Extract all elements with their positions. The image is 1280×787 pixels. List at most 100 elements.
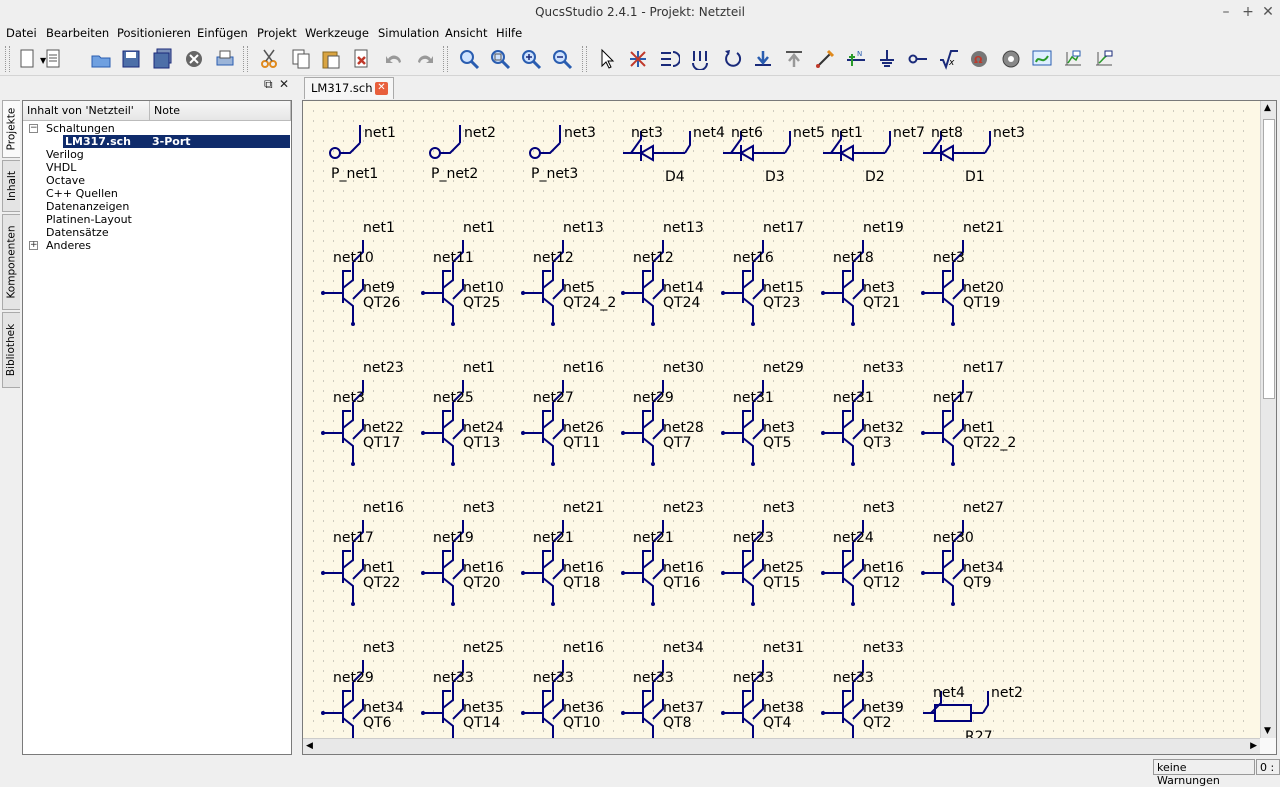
tree-item-datensaetze[interactable]: Datensätze bbox=[46, 226, 109, 239]
save-icon[interactable] bbox=[118, 46, 144, 72]
close-tab-icon[interactable]: ✕ bbox=[375, 82, 388, 95]
zoom-out-icon[interactable] bbox=[549, 46, 575, 72]
display-icon[interactable] bbox=[1029, 46, 1055, 72]
equation-icon[interactable]: x bbox=[936, 46, 962, 72]
tree-item-cpp[interactable]: C++ Quellen bbox=[46, 187, 118, 200]
scroll-right-icon[interactable]: ▶ bbox=[1250, 741, 1257, 751]
transistor-name: QT11 bbox=[563, 435, 600, 451]
menu-datei[interactable]: Datei bbox=[6, 26, 37, 40]
minimize-icon[interactable]: – bbox=[1218, 4, 1234, 20]
transistor-base-net: net17 bbox=[333, 530, 374, 546]
transistor-emitter-net: net22 bbox=[363, 420, 404, 436]
tree-item-anderes[interactable]: Anderes bbox=[46, 239, 91, 252]
transistor-node bbox=[521, 571, 525, 575]
mirror-y-icon[interactable] bbox=[687, 46, 713, 72]
new-file-icon[interactable]: ▼ bbox=[14, 46, 46, 72]
tree-item-platinen-layout[interactable]: Platinen-Layout bbox=[46, 213, 132, 226]
port-icon[interactable] bbox=[905, 46, 931, 72]
menu-werkzeuge[interactable]: Werkzeuge bbox=[305, 26, 369, 40]
document-tab[interactable]: LM317.sch ✕ bbox=[304, 77, 394, 99]
column-header-note[interactable]: Note bbox=[150, 101, 291, 121]
transistor-collector-net: net16 bbox=[363, 500, 404, 516]
marker-icon[interactable] bbox=[1060, 46, 1086, 72]
vertical-scrollbar[interactable]: ▲ ▼ bbox=[1260, 101, 1276, 738]
tab-komponenten[interactable]: Komponenten bbox=[2, 214, 20, 310]
zoom-in-icon[interactable] bbox=[518, 46, 544, 72]
deactivate-icon[interactable] bbox=[625, 46, 651, 72]
save-all-icon[interactable] bbox=[150, 46, 176, 72]
title-bar: QucsStudio 2.4.1 - Projekt: Netzteil – +… bbox=[0, 0, 1280, 25]
tree-item-datenanzeigen[interactable]: Datenanzeigen bbox=[46, 200, 129, 213]
mirror-x-icon[interactable] bbox=[656, 46, 682, 72]
new-text-icon[interactable] bbox=[40, 46, 66, 72]
ground-icon[interactable] bbox=[874, 46, 900, 72]
tune-icon[interactable] bbox=[1091, 46, 1117, 72]
transistor-base-net: net10 bbox=[333, 250, 374, 266]
transistor-node bbox=[551, 602, 555, 606]
label-icon[interactable]: N bbox=[843, 46, 869, 72]
scroll-up-icon[interactable]: ▲ bbox=[1264, 103, 1271, 113]
transistor-name: QT17 bbox=[363, 435, 400, 451]
paste-icon[interactable] bbox=[318, 46, 344, 72]
close-window-icon[interactable]: ✕ bbox=[1260, 4, 1276, 20]
transistor-collector-net: net13 bbox=[663, 220, 704, 236]
transistor-node bbox=[821, 711, 825, 715]
scroll-left-icon[interactable]: ◀ bbox=[306, 741, 313, 751]
svg-text:N: N bbox=[857, 50, 862, 58]
transistor-node bbox=[621, 431, 625, 435]
schematic-canvas[interactable]: net1 P_net1 net2 P_net2 net3 P_net3 net3 net4 D4… bbox=[302, 100, 1277, 755]
settings-icon[interactable] bbox=[998, 46, 1024, 72]
close-dock-icon[interactable]: ✕ bbox=[279, 77, 289, 91]
tab-projekte-label: Projekte bbox=[5, 107, 18, 151]
rotate-icon[interactable] bbox=[720, 46, 746, 72]
column-header-name[interactable]: Inhalt von 'Netzteil' bbox=[23, 101, 150, 121]
menu-simulation[interactable]: Simulation bbox=[378, 26, 439, 40]
scroll-down-icon[interactable]: ▼ bbox=[1264, 726, 1271, 736]
print-icon[interactable] bbox=[212, 46, 238, 72]
horizontal-scrollbar[interactable]: ◀ ▶ bbox=[303, 738, 1260, 754]
transistor-emitter-net: net34 bbox=[963, 560, 1004, 576]
transistor-name: QT22 bbox=[363, 575, 400, 591]
transistor-name: QT8 bbox=[663, 715, 691, 731]
schematic-drawing[interactable]: net1 P_net1 net2 P_net2 net3 P_net3 net3 net4 D4… bbox=[303, 101, 1260, 738]
menu-positionieren[interactable]: Positionieren bbox=[117, 26, 191, 40]
select-icon[interactable] bbox=[594, 46, 620, 72]
tree-item-verilog[interactable]: Verilog bbox=[46, 148, 84, 161]
tree-item-selected-file[interactable]: LM317.sch bbox=[63, 135, 150, 148]
leave-subcircuit-icon[interactable] bbox=[781, 46, 807, 72]
tab-inhalt[interactable]: Inhalt bbox=[2, 160, 20, 212]
expand-icon[interactable]: + bbox=[29, 241, 38, 250]
zoom-fit-icon[interactable] bbox=[456, 46, 482, 72]
zoom-view-icon[interactable] bbox=[487, 46, 513, 72]
transistor-name: QT24_2 bbox=[563, 295, 616, 311]
copy-icon[interactable] bbox=[288, 46, 314, 72]
transistor-name: QT6 bbox=[363, 715, 392, 731]
transistor-collector-net: net21 bbox=[563, 500, 604, 516]
transistor-node bbox=[521, 711, 525, 715]
tree-item-vhdl[interactable]: VHDL bbox=[46, 161, 76, 174]
delete-icon[interactable] bbox=[348, 46, 374, 72]
float-dock-icon[interactable]: ⧉ bbox=[264, 77, 273, 92]
transistor-node bbox=[421, 711, 425, 715]
maximize-icon[interactable]: + bbox=[1240, 4, 1256, 20]
menu-bearbeiten[interactable]: Bearbeiten bbox=[46, 26, 109, 40]
open-icon[interactable] bbox=[88, 46, 114, 72]
menu-hilfe[interactable]: Hilfe bbox=[496, 26, 522, 40]
cut-icon[interactable] bbox=[256, 46, 282, 72]
redo-icon[interactable] bbox=[412, 46, 438, 72]
undo-icon[interactable] bbox=[381, 46, 407, 72]
tab-bibliothek[interactable]: Bibliothek bbox=[2, 312, 20, 388]
tree-item-octave[interactable]: Octave bbox=[46, 174, 85, 187]
menu-einfuegen[interactable]: Einfügen bbox=[197, 26, 248, 40]
transistor-base-net: net29 bbox=[333, 670, 374, 686]
vertical-scroll-thumb[interactable] bbox=[1263, 119, 1275, 399]
menu-ansicht[interactable]: Ansicht bbox=[445, 26, 487, 40]
tree-item-schaltungen[interactable]: Schaltungen bbox=[46, 122, 115, 135]
tab-projekte[interactable]: Projekte bbox=[2, 100, 20, 158]
wire-icon[interactable] bbox=[812, 46, 838, 72]
simulate-icon[interactable]: Ω bbox=[967, 46, 993, 72]
close-icon[interactable] bbox=[181, 46, 207, 72]
menu-projekt[interactable]: Projekt bbox=[257, 26, 297, 40]
enter-subcircuit-icon[interactable] bbox=[750, 46, 776, 72]
collapse-icon[interactable]: − bbox=[29, 124, 38, 133]
